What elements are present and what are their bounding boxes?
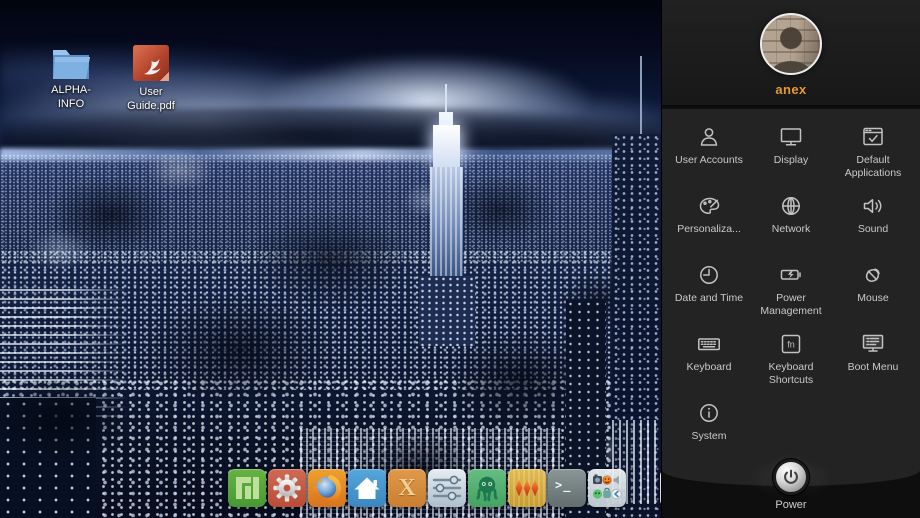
system-info-icon	[696, 399, 722, 426]
terminal-icon: >_	[555, 478, 571, 492]
home-icon	[348, 469, 386, 507]
dock-item-tray-group[interactable]	[588, 469, 626, 507]
settings-panel: anex User Accounts Display	[661, 0, 920, 518]
panel-item-mouse[interactable]: Mouse	[832, 261, 914, 330]
mixer-sliders-icon	[428, 469, 466, 507]
manjaro-icon	[228, 469, 266, 507]
desktop-icon-label: ALPHA-INFO	[41, 83, 101, 111]
keyboard-shortcuts-icon: fn	[778, 330, 804, 357]
panel-item-keyboard[interactable]: Keyboard	[668, 330, 750, 399]
empire-state-building	[433, 125, 460, 169]
panel-item-user-accounts[interactable]: User Accounts	[668, 123, 750, 192]
power-management-icon	[778, 261, 804, 288]
desktop-screen: ALPHA-INFO User Guide.pdf	[0, 0, 920, 518]
dock-item-firefox[interactable]	[308, 469, 346, 507]
keyboard-icon	[696, 330, 722, 357]
panel-main: User Accounts Display Default Applicatio…	[662, 109, 920, 486]
panel-item-keyboard-shortcuts[interactable]: fn Keyboard Shortcuts	[750, 330, 832, 399]
power-icon	[780, 466, 802, 488]
panel-item-power-management[interactable]: Power Management	[750, 261, 832, 330]
panel-header: anex	[662, 0, 920, 107]
dock-item-media[interactable]	[508, 469, 546, 507]
panel-item-personalization[interactable]: Personaliza...	[668, 192, 750, 261]
desktop-icon-pdf[interactable]: User Guide.pdf	[114, 44, 188, 113]
folder-icon	[49, 46, 93, 80]
pdf-icon	[132, 44, 170, 82]
desktop-icon-folder[interactable]: ALPHA-INFO	[34, 46, 108, 111]
power-button[interactable]	[773, 459, 809, 495]
dock-item-settings[interactable]	[268, 469, 306, 507]
power-label: Power	[662, 499, 920, 511]
panel-item-sound[interactable]: Sound	[832, 192, 914, 261]
dock-item-manjaro[interactable]	[228, 469, 266, 507]
personalization-icon	[696, 192, 722, 219]
panel-item-display[interactable]: Display	[750, 123, 832, 192]
dock-item-x-app[interactable]: X	[388, 469, 426, 507]
dock-item-octopi[interactable]	[468, 469, 506, 507]
dock-item-mixer[interactable]	[428, 469, 466, 507]
username: anex	[662, 82, 920, 97]
network-icon	[778, 192, 804, 219]
x-app-icon: X	[388, 469, 426, 507]
boot-menu-icon	[860, 330, 886, 357]
dock-item-terminal[interactable]: >_	[548, 469, 586, 507]
default-applications-icon	[860, 123, 886, 150]
panel-item-network[interactable]: Network	[750, 192, 832, 261]
mouse-icon	[860, 261, 886, 288]
dock-item-file-manager[interactable]	[348, 469, 386, 507]
panel-item-boot-menu[interactable]: Boot Menu	[832, 330, 914, 399]
user-accounts-icon	[696, 123, 722, 150]
user-avatar[interactable]	[760, 13, 822, 75]
settings-gear-icon	[268, 469, 306, 507]
octopus-icon	[468, 469, 506, 507]
sound-icon	[860, 192, 886, 219]
settings-grid: User Accounts Display Default Applicatio…	[662, 109, 920, 468]
fn-text: fn	[787, 340, 795, 350]
audio-peaks-icon	[508, 469, 546, 507]
panel-item-default-applications[interactable]: Default Applications	[832, 123, 914, 192]
date-time-icon	[696, 261, 722, 288]
panel-item-date-time[interactable]: Date and Time	[668, 261, 750, 330]
firefox-icon	[308, 469, 346, 507]
display-icon	[778, 123, 804, 150]
tray-group-icon	[588, 469, 626, 507]
dock: X	[228, 469, 698, 507]
desktop-icon-label: User Guide.pdf	[121, 85, 181, 113]
